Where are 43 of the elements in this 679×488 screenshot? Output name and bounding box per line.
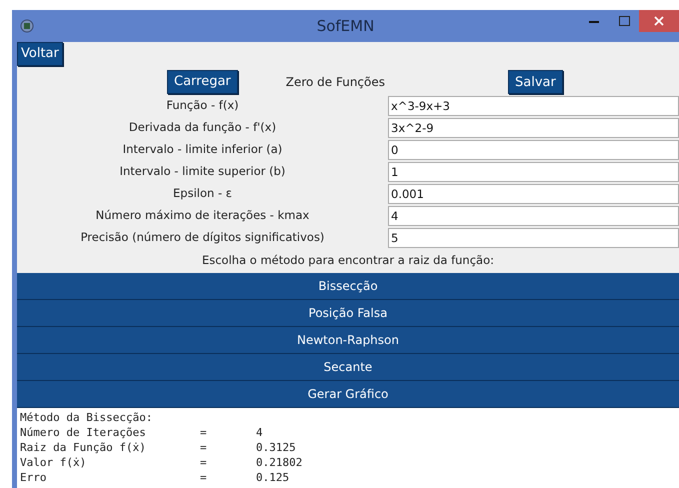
method-button[interactable]: Newton-Raphson (17, 327, 679, 354)
load-button[interactable]: Carregar (167, 70, 238, 94)
method-button[interactable]: Posição Falsa (17, 300, 679, 327)
input-field[interactable]: 4 (388, 206, 679, 226)
output-label: Erro (20, 470, 48, 485)
method-button[interactable]: Bissecção (17, 273, 679, 300)
method-button[interactable]: Gerar Gráfico (17, 381, 679, 408)
field-label: Epsilon - ε (172, 185, 233, 202)
equals-sign: = (200, 440, 208, 455)
save-button[interactable]: Salvar (508, 70, 563, 94)
input-field[interactable]: 5 (388, 228, 679, 248)
input-field[interactable]: 3x^2-9 (388, 118, 679, 138)
maximize-icon (618, 16, 630, 26)
output-label: Número de Iterações (20, 425, 147, 440)
equals-sign: = (200, 455, 208, 470)
output-label: Valor f(ẋ) (20, 455, 88, 470)
field-label: Intervalo - limite superior (b) (118, 163, 286, 180)
field-label: Derivada da função - f'(x) (128, 119, 278, 136)
equals-sign: = (200, 425, 208, 440)
output-value: 0.125 (256, 470, 290, 485)
output-value: 4 (256, 425, 263, 440)
output-value: 0.3125 (256, 440, 296, 455)
close-icon (654, 16, 664, 26)
method-prompt: Escolha o método para encontrar a raiz da função: (202, 252, 494, 270)
output-value: 0.21802 (256, 455, 302, 470)
field-label: Função - f(x) (165, 97, 240, 114)
input-field[interactable]: 0.001 (388, 184, 679, 204)
input-field[interactable]: 1 (388, 162, 679, 182)
section-heading: Zero de Funções (286, 74, 385, 90)
app-icon (20, 19, 34, 33)
input-field[interactable]: x^3-9x+3 (388, 96, 679, 116)
output-label: Raiz da Função f(ẋ) (20, 440, 147, 455)
output-title: Método da Bissecção: (20, 410, 154, 425)
window-title: SofEMN (316, 16, 374, 37)
back-button[interactable]: Voltar (17, 42, 63, 66)
equals-sign: = (200, 470, 208, 485)
field-label: Precisão (número de dígitos significativos) (80, 229, 326, 246)
close-button[interactable] (639, 10, 679, 32)
field-label: Intervalo - limite inferior (a) (122, 141, 284, 158)
field-label: Número máximo de iterações - kmax (94, 207, 310, 224)
input-field[interactable]: 0 (388, 140, 679, 160)
method-button[interactable]: Secante (17, 354, 679, 381)
minimize-icon (589, 20, 599, 22)
